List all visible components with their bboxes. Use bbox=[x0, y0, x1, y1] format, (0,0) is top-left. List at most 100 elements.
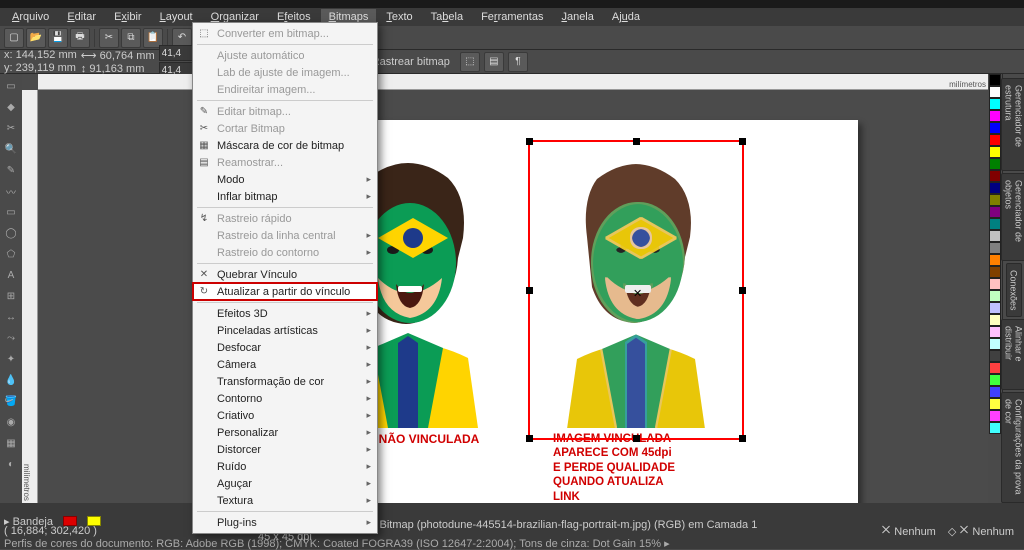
handle-nw[interactable] bbox=[526, 138, 533, 145]
menuitem-transforma-o-de-cor[interactable]: Transformação de cor bbox=[193, 373, 377, 390]
color-palette[interactable] bbox=[988, 74, 1002, 503]
tool-fx[interactable]: ✦ bbox=[1, 349, 21, 369]
tool-text[interactable]: A bbox=[1, 265, 21, 285]
swatch[interactable] bbox=[989, 278, 1001, 290]
menubar[interactable]: ArquivoEditarExibirLayoutOrganizarEfeito… bbox=[0, 8, 1024, 26]
canvas[interactable]: IMAGEM NÃO VINCULADA IMAGEM VINCULADAAPA… bbox=[38, 90, 988, 503]
trace-bitmap-label[interactable]: Rastrear bitmap bbox=[366, 56, 456, 68]
menuitem-textura[interactable]: Textura bbox=[193, 492, 377, 509]
tool-dimension[interactable]: ↔ bbox=[1, 307, 21, 327]
tool-polygon[interactable]: ⬠ bbox=[1, 244, 21, 264]
open-button[interactable]: 📂 bbox=[26, 28, 46, 48]
tool-ellipse[interactable]: ◯ bbox=[1, 223, 21, 243]
swatch[interactable] bbox=[989, 314, 1001, 326]
swatch[interactable] bbox=[989, 194, 1001, 206]
swatch[interactable] bbox=[989, 422, 1001, 434]
menuitem-contorno[interactable]: Contorno bbox=[193, 390, 377, 407]
print-button[interactable]: 🖶 bbox=[70, 28, 90, 48]
menu-janela[interactable]: Janela bbox=[553, 9, 601, 25]
menuitem-atualizar-a-partir-do-v-nculo[interactable]: Atualizar a partir do vínculo↻ bbox=[193, 283, 377, 300]
menuitem-inflar-bitmap[interactable]: Inflar bitmap bbox=[193, 188, 377, 205]
swatch[interactable] bbox=[989, 326, 1001, 338]
menuitem-quebrar-v-nculo[interactable]: Quebrar Vínculo✕ bbox=[193, 266, 377, 283]
menuitem-plug-ins[interactable]: Plug-ins bbox=[193, 514, 377, 531]
swatch[interactable] bbox=[989, 206, 1001, 218]
tool-eyedrop[interactable]: 💧 bbox=[1, 370, 21, 390]
handle-n[interactable] bbox=[633, 138, 640, 145]
swatch[interactable] bbox=[989, 74, 1001, 86]
save-button[interactable]: 💾 bbox=[48, 28, 68, 48]
wrap-button[interactable]: ¶ bbox=[508, 52, 528, 72]
handle-e[interactable] bbox=[739, 287, 746, 294]
cut-button[interactable]: ✂ bbox=[99, 28, 119, 48]
tool-zoom[interactable]: 🔍 bbox=[1, 139, 21, 159]
handle-ne[interactable] bbox=[739, 138, 746, 145]
swatch[interactable] bbox=[989, 338, 1001, 350]
swatch[interactable] bbox=[989, 230, 1001, 242]
outline-indicator[interactable]: ◇ Nenhum bbox=[948, 525, 1014, 538]
swatch[interactable] bbox=[989, 266, 1001, 278]
swatch[interactable] bbox=[989, 386, 1001, 398]
docker-tab-alinhar-e-distribuir[interactable]: Alinhar e distribuir bbox=[1001, 319, 1024, 390]
docker-tab-configura-es-da-prova-de-cor[interactable]: Configurações da prova de cor bbox=[1001, 392, 1024, 503]
menuitem-ru-do[interactable]: Ruído bbox=[193, 458, 377, 475]
menuitem-agu-ar[interactable]: Aguçar bbox=[193, 475, 377, 492]
swatch[interactable] bbox=[989, 170, 1001, 182]
menuitem-c-mera[interactable]: Câmera bbox=[193, 356, 377, 373]
tool-crop[interactable]: ✂ bbox=[1, 118, 21, 138]
tool-outline[interactable]: ◉ bbox=[1, 412, 21, 432]
tool-pick[interactable]: ▭ bbox=[1, 76, 21, 96]
menuitem-modo[interactable]: Modo bbox=[193, 171, 377, 188]
swatch[interactable] bbox=[989, 254, 1001, 266]
tool-smart[interactable]: 〰 bbox=[1, 181, 21, 201]
tool-table[interactable]: ⊞ bbox=[1, 286, 21, 306]
tool-connector[interactable]: ⤳ bbox=[1, 328, 21, 348]
menu-ajuda[interactable]: Ajuda bbox=[604, 9, 648, 25]
swatch[interactable] bbox=[989, 182, 1001, 194]
docker-tab-gerenciador-de-objetos[interactable]: Gerenciador de objetos bbox=[1001, 173, 1024, 261]
menu-texto[interactable]: Texto bbox=[378, 9, 420, 25]
swatch[interactable] bbox=[989, 134, 1001, 146]
menuitem-efeitos-3d[interactable]: Efeitos 3D bbox=[193, 305, 377, 322]
swatch[interactable] bbox=[989, 302, 1001, 314]
handle-s[interactable] bbox=[633, 435, 640, 442]
swatch[interactable] bbox=[989, 110, 1001, 122]
handle-center[interactable]: ✕ bbox=[633, 287, 640, 294]
tool-mesh[interactable]: ▦ bbox=[1, 433, 21, 453]
swatch[interactable] bbox=[989, 242, 1001, 254]
swatch[interactable] bbox=[989, 398, 1001, 410]
swatch[interactable] bbox=[989, 98, 1001, 110]
swatch[interactable] bbox=[989, 158, 1001, 170]
tool-freehand[interactable]: ✎ bbox=[1, 160, 21, 180]
swatch[interactable] bbox=[989, 122, 1001, 134]
menu-ferramentas[interactable]: Ferramentas bbox=[473, 9, 551, 25]
menuitem-distorcer[interactable]: Distorcer bbox=[193, 441, 377, 458]
tool-fill[interactable]: 🪣 bbox=[1, 391, 21, 411]
tool-shape[interactable]: ◆ bbox=[1, 97, 21, 117]
new-doc-button[interactable]: ▢ bbox=[4, 28, 24, 48]
docker-tab-conex-es[interactable]: Conexões bbox=[1006, 263, 1022, 318]
resample-button[interactable]: ▤ bbox=[484, 52, 504, 72]
menuitem-m-scara-de-cor-de-bitmap[interactable]: Máscara de cor de bitmap▦ bbox=[193, 137, 377, 154]
docker-tab-gerenciador-de-estrutura[interactable]: Gerenciador de estrutura bbox=[1001, 78, 1024, 171]
bitmaps-menu-dropdown[interactable]: Converter em bitmap...⬚Ajuste automático… bbox=[192, 22, 378, 534]
swatch[interactable] bbox=[989, 290, 1001, 302]
swatch[interactable] bbox=[989, 410, 1001, 422]
swatch[interactable] bbox=[989, 350, 1001, 362]
menu-tabela[interactable]: Tabela bbox=[423, 9, 471, 25]
menuitem-criativo[interactable]: Criativo bbox=[193, 407, 377, 424]
menuitem-personalizar[interactable]: Personalizar bbox=[193, 424, 377, 441]
menu-exibir[interactable]: Exibir bbox=[106, 9, 150, 25]
handle-se[interactable] bbox=[739, 435, 746, 442]
swatch[interactable] bbox=[989, 218, 1001, 230]
copy-button[interactable]: ⧉ bbox=[121, 28, 141, 48]
menuitem-pinceladas-art-sticas[interactable]: Pinceladas artísticas bbox=[193, 322, 377, 339]
swatch[interactable] bbox=[989, 146, 1001, 158]
tool-rect[interactable]: ▭ bbox=[1, 202, 21, 222]
fill-indicator[interactable]: Nenhum bbox=[881, 525, 936, 538]
crop-button[interactable]: ⬚ bbox=[460, 52, 480, 72]
menuitem-desfocar[interactable]: Desfocar bbox=[193, 339, 377, 356]
menu-arquivo[interactable]: Arquivo bbox=[4, 9, 57, 25]
swatch[interactable] bbox=[989, 374, 1001, 386]
handle-sw[interactable] bbox=[526, 435, 533, 442]
